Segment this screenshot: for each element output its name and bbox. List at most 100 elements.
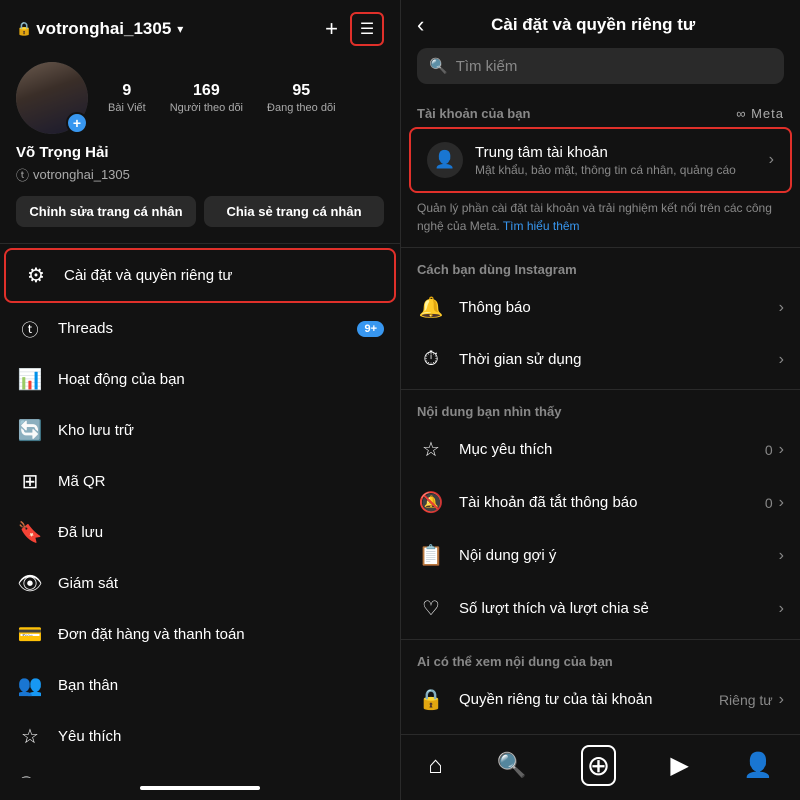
hamburger-icon: ☰ bbox=[360, 19, 374, 39]
archive-label: Kho lưu trữ bbox=[58, 422, 384, 439]
archive-icon: 🔄 bbox=[16, 418, 44, 443]
account-section-label: Tài khoản của bạn bbox=[417, 106, 530, 121]
favorites-value: 0 bbox=[765, 442, 773, 458]
privacy-value: Riêng tư bbox=[719, 692, 773, 708]
add-post-icon[interactable]: + bbox=[325, 16, 338, 42]
left-panel: 🔒 votronghai_1305 ▾ + ☰ + 9 Bài Viết bbox=[0, 0, 400, 800]
username-text: votronghai_1305 bbox=[36, 19, 171, 39]
qr-icon: ⊞ bbox=[16, 469, 44, 494]
menu-item-favorites[interactable]: ☆ Yêu thích bbox=[0, 711, 400, 762]
threads-icon: ⓣ bbox=[16, 316, 44, 341]
divider-2 bbox=[401, 389, 800, 390]
stats-row: 9 Bài Viết 169 Người theo dõi 95 Đang th… bbox=[108, 82, 336, 114]
posts-stat: 9 Bài Viết bbox=[108, 82, 146, 114]
menu-item-activity[interactable]: 📊 Hoạt động của bạn bbox=[0, 354, 400, 405]
share-profile-button[interactable]: Chia sẻ trang cá nhân bbox=[204, 196, 384, 227]
meta-logo: ∞ Meta bbox=[736, 106, 784, 121]
menu-item-settings[interactable]: ⚙ Cài đặt và quyền riêng tư bbox=[4, 248, 396, 303]
account-info-text: Quản lý phần cài đặt tài khoản và trải n… bbox=[401, 195, 800, 243]
profile-nav-icon[interactable]: 👤 bbox=[743, 751, 773, 780]
account-center-subtitle: Mật khẩu, bảo mật, thông tin cá nhân, qu… bbox=[475, 163, 769, 177]
menu-item-qr[interactable]: ⊞ Mã QR bbox=[0, 456, 400, 507]
close-friends-icon: 👥 bbox=[16, 673, 44, 698]
profile-top: + 9 Bài Viết 169 Người theo dõi 95 Đang … bbox=[16, 62, 384, 134]
menu-item-supervision[interactable]: 👁 Giám sát bbox=[0, 558, 400, 609]
account-center-item[interactable]: 👤 Trung tâm tài khoản Mật khẩu, bảo mật,… bbox=[409, 127, 792, 193]
home-nav-icon[interactable]: ⌂ bbox=[428, 752, 443, 780]
likes-shares-item[interactable]: ♡ Số lượt thích và lượt chia sẻ › bbox=[401, 582, 800, 635]
notifications-text: Thông báo bbox=[459, 299, 779, 316]
top-bar: 🔒 votronghai_1305 ▾ + ☰ bbox=[0, 0, 400, 54]
search-icon: 🔍 bbox=[429, 57, 448, 75]
muted-accounts-item[interactable]: 🔕 Tài khoản đã tắt thông báo 0 › bbox=[401, 476, 800, 529]
posts-count: 9 bbox=[108, 82, 146, 100]
add-nav-icon[interactable]: ⊕ bbox=[581, 745, 616, 786]
account-privacy-item[interactable]: 🔒 Quyền riêng tư của tài khoản Riêng tư … bbox=[401, 673, 800, 726]
profile-name: Võ Trọng Hải bbox=[16, 144, 384, 161]
privacy-chevron: › bbox=[779, 691, 784, 709]
screen-time-chevron: › bbox=[779, 351, 784, 369]
menu-item-archive[interactable]: 🔄 Kho lưu trữ bbox=[0, 405, 400, 456]
settings-label: Cài đặt và quyền riêng tư bbox=[64, 267, 378, 284]
favorites-chevron: › bbox=[779, 441, 784, 459]
handle-text: votronghai_1305 bbox=[33, 167, 130, 182]
supervision-label: Giám sát bbox=[58, 575, 384, 592]
menu-item-discover[interactable]: 🔍 Khám phá mọi người bbox=[0, 762, 400, 778]
menu-item-threads[interactable]: ⓣ Threads 9+ bbox=[0, 303, 400, 354]
usage-section-label: Cách bạn dùng Instagram bbox=[401, 252, 800, 281]
following-stat[interactable]: 95 Đang theo dõi bbox=[267, 82, 336, 114]
account-center-text: Trung tâm tài khoản Mật khẩu, bảo mật, t… bbox=[475, 144, 769, 177]
right-panel-title: Cài đặt và quyền riêng tư bbox=[436, 15, 750, 35]
edit-profile-button[interactable]: Chỉnh sửa trang cá nhân bbox=[16, 196, 196, 227]
top-bar-actions: + ☰ bbox=[325, 12, 384, 46]
favorites-settings-icon: ☆ bbox=[417, 437, 445, 462]
avatar-wrap: + bbox=[16, 62, 88, 134]
close-friends-label: Bạn thân bbox=[58, 677, 384, 694]
menu-item-saved[interactable]: 🔖 Đã lưu bbox=[0, 507, 400, 558]
muted-value: 0 bbox=[765, 495, 773, 511]
username-area[interactable]: 🔒 votronghai_1305 ▾ bbox=[16, 19, 183, 39]
activity-label: Hoạt động của bạn bbox=[58, 371, 384, 388]
favorites-item[interactable]: ☆ Mục yêu thích 0 › bbox=[401, 423, 800, 476]
profile-section: + 9 Bài Viết 169 Người theo dõi 95 Đang … bbox=[0, 54, 400, 239]
screen-time-item[interactable]: ⏱ Thời gian sử dụng › bbox=[401, 334, 800, 385]
likes-icon: ♡ bbox=[417, 596, 445, 621]
qr-label: Mã QR bbox=[58, 473, 384, 490]
menu-item-close-friends[interactable]: 👥 Bạn thân bbox=[0, 660, 400, 711]
followers-stat[interactable]: 169 Người theo dõi bbox=[170, 82, 243, 114]
search-input[interactable]: Tìm kiếm bbox=[456, 58, 518, 75]
content-section-label: Nội dung bạn nhìn thấy bbox=[401, 394, 800, 423]
threads-badge: 9+ bbox=[357, 321, 384, 337]
menu-button[interactable]: ☰ bbox=[350, 12, 384, 46]
menu-item-orders[interactable]: 💳 Đơn đặt hàng và thanh toán bbox=[0, 609, 400, 660]
lock-icon: 🔒 bbox=[16, 21, 32, 37]
right-panel: ‹ Cài đặt và quyền riêng tư 🔍 Tìm kiếm T… bbox=[400, 0, 800, 800]
likes-text: Số lượt thích và lượt chia sẻ bbox=[459, 600, 779, 617]
add-story-button[interactable]: + bbox=[66, 112, 88, 134]
saved-label: Đã lưu bbox=[58, 524, 384, 541]
who-sees-section-label: Ai có thể xem nội dung của bạn bbox=[401, 644, 800, 673]
account-center-icon: 👤 bbox=[427, 142, 463, 178]
favorites-icon: ☆ bbox=[16, 724, 44, 749]
suggested-content-item[interactable]: 📋 Nội dung gợi ý › bbox=[401, 529, 800, 582]
close-friends-settings-item[interactable]: ★ Bạn thân 1 › bbox=[401, 726, 800, 734]
suggested-text: Nội dung gợi ý bbox=[459, 547, 779, 564]
learn-more-link[interactable]: Tìm hiểu thêm bbox=[503, 219, 580, 233]
back-button[interactable]: ‹ bbox=[417, 12, 424, 38]
threads-label: Threads bbox=[58, 320, 357, 337]
account-center-title: Trung tâm tài khoản bbox=[475, 144, 769, 161]
bottom-indicator bbox=[140, 786, 260, 790]
search-nav-icon[interactable]: 🔍 bbox=[497, 751, 527, 780]
search-bar[interactable]: 🔍 Tìm kiếm bbox=[417, 48, 784, 84]
following-count: 95 bbox=[267, 82, 336, 100]
favorites-label: Yêu thích bbox=[58, 728, 384, 745]
muted-chevron: › bbox=[779, 494, 784, 512]
reels-nav-icon[interactable]: ▶ bbox=[670, 751, 688, 780]
notifications-item[interactable]: 🔔 Thông báo › bbox=[401, 281, 800, 334]
right-header: ‹ Cài đặt và quyền riêng tư bbox=[401, 0, 800, 48]
muted-icon: 🔕 bbox=[417, 490, 445, 515]
right-content: Tài khoản của bạn ∞ Meta 👤 Trung tâm tài… bbox=[401, 96, 800, 734]
settings-icon: ⚙ bbox=[22, 263, 50, 288]
screen-time-icon: ⏱ bbox=[417, 348, 445, 371]
orders-icon: 💳 bbox=[16, 622, 44, 647]
